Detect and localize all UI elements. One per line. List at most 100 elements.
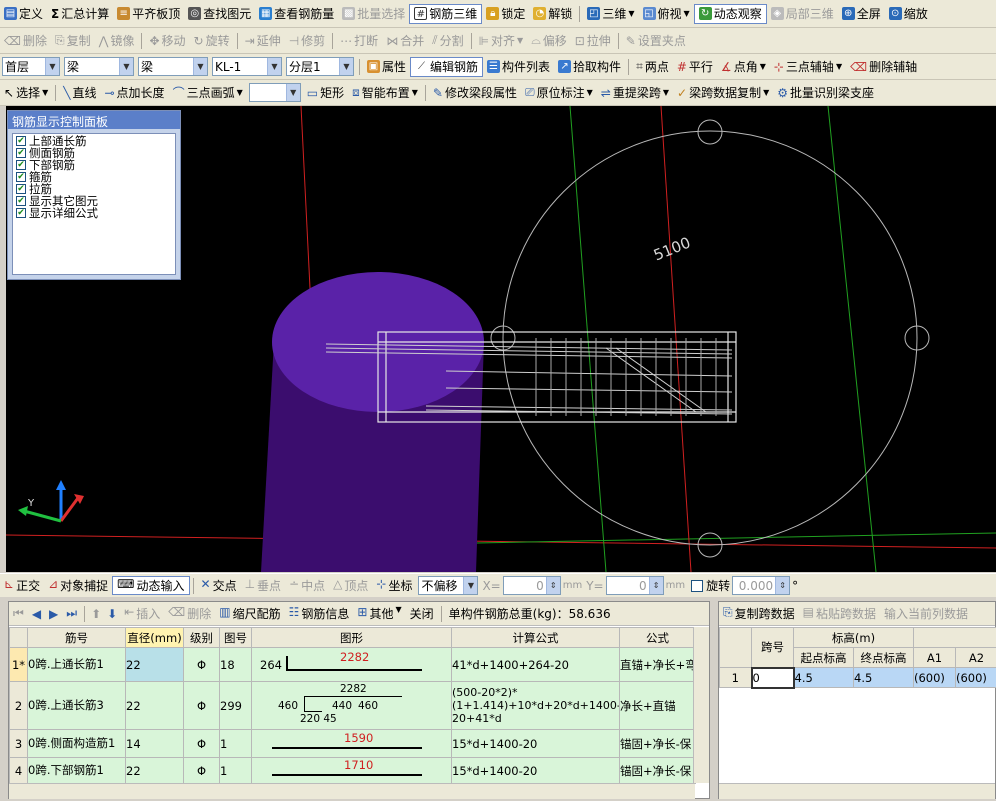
- column-header[interactable]: 图形: [251, 627, 452, 648]
- rotate-button[interactable]: ↻ 旋转: [190, 31, 234, 51]
- row-number[interactable]: 2: [9, 681, 28, 730]
- subtype-select[interactable]: 梁 ▼: [138, 57, 208, 76]
- dynamic-input-button[interactable]: ⌨ 动态输入: [112, 576, 190, 595]
- floor-select[interactable]: 首层 ▼: [2, 57, 60, 76]
- rotate-input[interactable]: 0.000 ⇕: [732, 576, 791, 595]
- table-row[interactable]: 2 0跨.上通长筋3 22 Φ 299 2282 460 440 460 220…: [9, 681, 696, 730]
- other-button[interactable]: ⊞ 其他 ▼: [353, 605, 405, 622]
- align-button[interactable]: ⊫ 对齐 ▼: [475, 31, 528, 51]
- table-row[interactable]: 3 0跨.侧面构造筋1 14 Φ 1 1590 15*d+1400-20 锚固+…: [9, 729, 696, 758]
- column-header[interactable]: 终点标高: [853, 647, 914, 668]
- lock-button[interactable]: 🔒︎ 锁定: [482, 4, 529, 24]
- attribute-button[interactable]: ▣ 属性: [363, 57, 410, 77]
- cell-name[interactable]: 0跨.侧面构造筋1: [27, 729, 126, 758]
- checkbox-icon[interactable]: ✔: [16, 136, 26, 146]
- column-header[interactable]: A1: [913, 647, 956, 668]
- 3d-view-select[interactable]: ◰ 三维 ▼: [583, 4, 638, 24]
- checkbox-icon[interactable]: ✔: [16, 160, 26, 170]
- checkbox-icon[interactable]: ✔: [16, 196, 26, 206]
- close-button[interactable]: 关闭: [406, 605, 438, 622]
- cell-grade[interactable]: Φ: [183, 729, 220, 758]
- cell-shape[interactable]: 1590: [251, 729, 452, 758]
- unlock-button[interactable]: ◔ 解锁: [529, 4, 576, 24]
- move-button[interactable]: ✥ 移动: [145, 31, 189, 51]
- column-header[interactable]: 公式: [619, 627, 696, 648]
- cell-name[interactable]: 0跨.上通长筋1: [27, 647, 126, 682]
- snap-button[interactable]: ⊿ 对象捕捉: [44, 577, 112, 594]
- batch-support-button[interactable]: ⚙ 批量识别梁支座: [773, 83, 878, 103]
- next-record-icon[interactable]: ▶: [45, 607, 62, 621]
- column-header[interactable]: 计算公式: [451, 627, 620, 648]
- dynamic-orbit-button[interactable]: ↻ 动态观察: [693, 3, 767, 24]
- cell-formula[interactable]: 15*d+1400-20: [451, 729, 620, 758]
- pick-member-button[interactable]: ↗ 拾取构件: [554, 57, 625, 77]
- cell-description[interactable]: 净长+直锚: [619, 681, 696, 730]
- cell-name[interactable]: 0跨.下部钢筋1: [27, 757, 126, 784]
- two-point-axis-button[interactable]: ⌗ 两点: [632, 57, 673, 77]
- row-number[interactable]: 1: [719, 667, 752, 688]
- find-element-button[interactable]: ◎ 查找图元: [184, 4, 255, 24]
- offset-button[interactable]: ⌓ 偏移: [527, 31, 571, 51]
- three-point-arc-button[interactable]: ⌒ 三点画弧 ▼: [169, 83, 247, 103]
- cell-formula[interactable]: 41*d+1400+264-20: [451, 647, 620, 682]
- stretch-button[interactable]: ⊡ 拉伸: [571, 31, 615, 51]
- parallel-axis-button[interactable]: # 平行: [673, 57, 717, 77]
- re-span-button[interactable]: ⇌ 重提梁跨 ▼: [597, 83, 673, 103]
- orbit-circle[interactable]: [502, 130, 918, 546]
- intersection-snap[interactable]: ✕ 交点: [197, 577, 241, 594]
- cell-description[interactable]: 锚固+净长-保: [619, 757, 696, 784]
- cell-figure[interactable]: 1: [219, 757, 252, 784]
- first-record-icon[interactable]: ⏮: [9, 606, 28, 621]
- checkbox-icon[interactable]: ✔: [16, 208, 26, 218]
- column-header[interactable]: 标高(m): [793, 627, 914, 648]
- paste-span-button[interactable]: ▤ 粘贴跨数据: [799, 605, 880, 622]
- horizontal-scrollbar[interactable]: [719, 783, 995, 799]
- span-copy-button[interactable]: ✓ 梁跨数据复制 ▼: [673, 83, 773, 103]
- cell-name[interactable]: 0跨.上通长筋3: [27, 681, 126, 730]
- last-record-icon[interactable]: ⏭: [62, 606, 81, 621]
- cell-figure[interactable]: 1: [219, 729, 252, 758]
- horizontal-scrollbar[interactable]: [9, 783, 695, 799]
- zoom-button[interactable]: ⊙ 缩放: [885, 4, 932, 24]
- point-length-button[interactable]: ⊸ 点加长度: [100, 83, 168, 103]
- rebar-3d-button[interactable]: # 钢筋三维: [409, 3, 483, 24]
- cell-diameter[interactable]: 14: [125, 729, 184, 758]
- input-column-button[interactable]: 输入当前列数据: [880, 605, 972, 622]
- edit-rebar-button[interactable]: ⟋ 编辑钢筋: [410, 56, 484, 77]
- cell-description[interactable]: 锚固+净长-保: [619, 729, 696, 758]
- break-button[interactable]: ⋯ 打断: [336, 31, 382, 51]
- move-down-icon[interactable]: ⬇: [104, 607, 120, 621]
- checkbox-icon[interactable]: ✔: [16, 148, 26, 158]
- cell-figure[interactable]: 18: [219, 647, 252, 682]
- midpoint-snap[interactable]: ∸ 中点: [285, 577, 329, 594]
- delete-button[interactable]: ⌫ 删除: [0, 31, 51, 51]
- mirror-button[interactable]: ⋀ 镜像: [95, 31, 139, 51]
- cell-span[interactable]: 0: [750, 666, 795, 689]
- select-button[interactable]: ↖ 选择 ▼: [0, 83, 52, 103]
- vertex-snap[interactable]: △ 顶点: [329, 577, 372, 594]
- flush-slab-button[interactable]: ≡ 平齐板顶: [113, 4, 184, 24]
- table-row[interactable]: 1* 0跨.上通长筋1 22 Φ 18 264 2282 41*d+1400+2…: [9, 647, 696, 682]
- origin-mark-button[interactable]: ⎚ 原位标注 ▼: [521, 83, 597, 103]
- cell-grade[interactable]: Φ: [183, 757, 220, 784]
- ortho-button[interactable]: ⊾ 正交: [0, 577, 44, 594]
- cell-end-elev[interactable]: 4.5: [853, 667, 914, 688]
- cell-description[interactable]: 直锚+净长+弯: [619, 647, 696, 682]
- merge-button[interactable]: ⋈ 合并: [382, 31, 428, 51]
- perpendicular-snap[interactable]: ⊥ 垂点: [241, 577, 285, 594]
- y-input[interactable]: 0 ⇕: [605, 576, 664, 595]
- batch-select-button[interactable]: ▩ 批量选择: [338, 4, 409, 24]
- table-row[interactable]: 1 0 4.5 4.5 (600) (600): [719, 666, 996, 689]
- column-header[interactable]: A2: [955, 647, 996, 668]
- column-header[interactable]: 起点标高: [793, 647, 854, 668]
- offset-mode-select[interactable]: 不偏移 ▼: [418, 576, 479, 595]
- layer-select[interactable]: 分层1 ▼: [286, 57, 354, 76]
- top-view-select[interactable]: ◱ 俯视 ▼: [639, 4, 694, 24]
- cell-diameter[interactable]: 22: [125, 757, 184, 784]
- rectangle-button[interactable]: ▭ 矩形: [303, 83, 348, 103]
- cell-grade[interactable]: Φ: [183, 681, 220, 730]
- member-list-button[interactable]: ☰ 构件列表: [483, 57, 554, 77]
- local-3d-button[interactable]: ◈ 局部三维: [767, 4, 838, 24]
- column-header[interactable]: 直径(mm): [125, 627, 184, 648]
- copy-span-button[interactable]: ⎘ 复制跨数据: [719, 605, 799, 622]
